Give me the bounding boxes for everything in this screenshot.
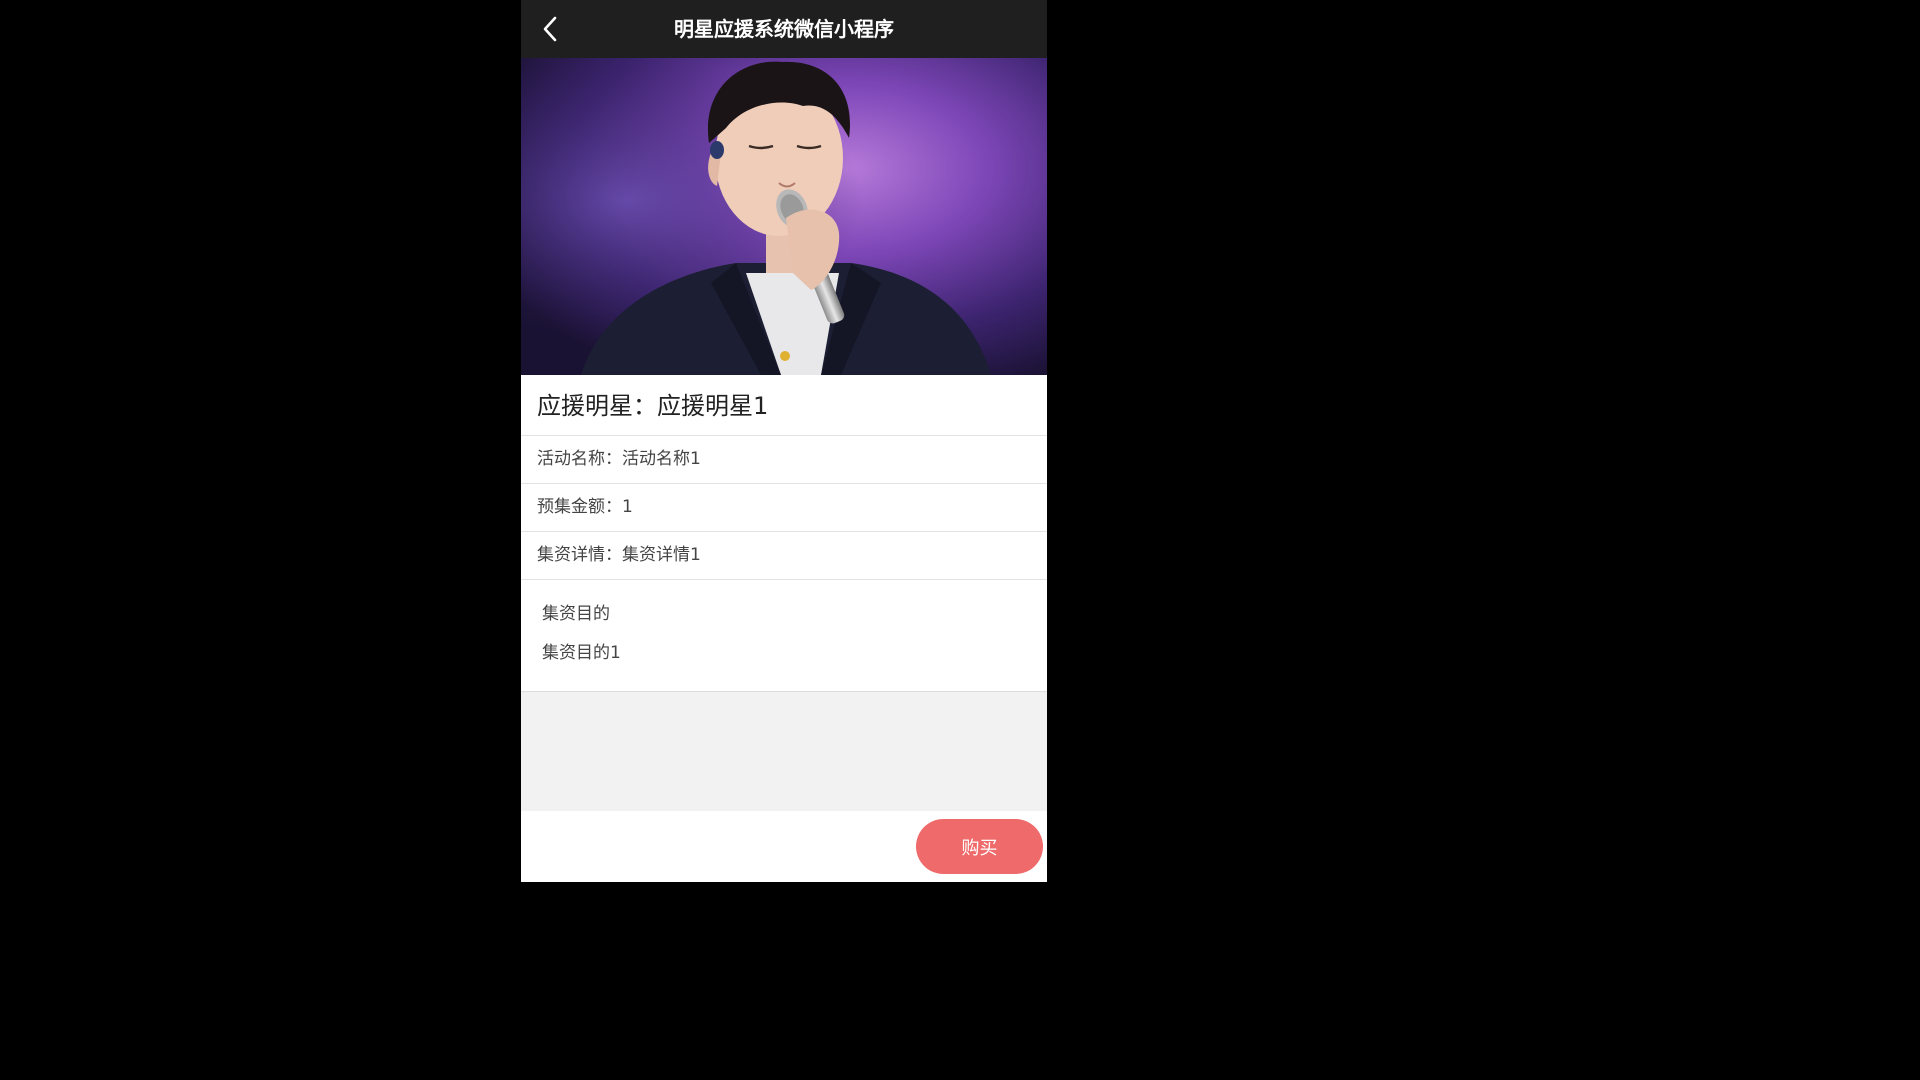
star-name: 应援明星：应援明星1 [521, 375, 1047, 436]
star-photo [521, 58, 1047, 375]
buy-button[interactable]: 购买 [916, 819, 1043, 874]
target-amount: 预集金额：1 [521, 484, 1047, 532]
nav-bar: 明星应援系统微信小程序 [521, 0, 1047, 58]
bottom-action-bar: 购买 [521, 811, 1047, 882]
page-title: 明星应援系统微信小程序 [674, 17, 894, 41]
detail-panel: 应援明星：应援明星1 活动名称：活动名称1 预集金额：1 集资详情：集资详情1 … [521, 375, 1047, 692]
funding-purpose-label: 集资目的 [542, 604, 610, 624]
funding-detail: 集资详情：集资详情1 [521, 532, 1047, 580]
phone-screen: 明星应援系统微信小程序 应援明星：应援明星1 活动名称：活动名称1 预集金额：1… [521, 0, 1047, 882]
funding-purpose-value: 集资目的1 [542, 643, 621, 663]
funding-purpose-section: 集资目的 集资目的1 [521, 580, 1047, 692]
activity-name: 活动名称：活动名称1 [521, 436, 1047, 484]
